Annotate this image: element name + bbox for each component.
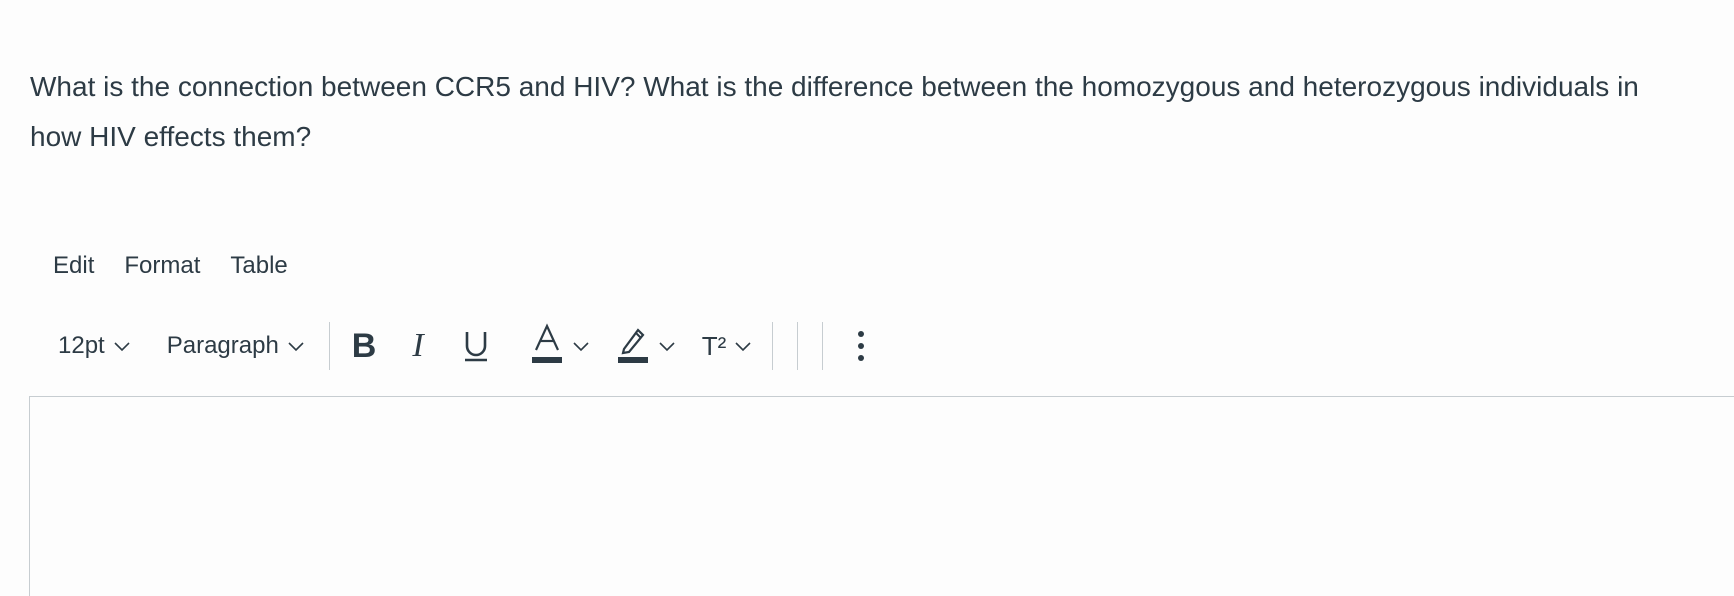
chevron-down-icon [570, 335, 592, 357]
font-size-select[interactable]: 12pt [46, 332, 145, 360]
menu-format[interactable]: Format [109, 250, 215, 282]
highlight-color-icon [616, 322, 650, 371]
text-color-button[interactable] [522, 322, 600, 371]
toolbar-divider [822, 322, 824, 370]
page: What is the connection between CCR5 and … [0, 0, 1734, 596]
more-options-button[interactable] [843, 322, 879, 370]
rich-text-editor-area[interactable] [29, 396, 1734, 596]
block-format-select[interactable]: Paragraph [155, 332, 319, 360]
chevron-down-icon [656, 335, 678, 357]
chevron-down-icon [111, 335, 133, 357]
block-format-value: Paragraph [166, 332, 279, 359]
font-size-value: 12pt [58, 332, 105, 359]
more-vertical-icon [855, 329, 867, 363]
question-text: What is the connection between CCR5 and … [30, 71, 1639, 152]
menu-edit[interactable]: Edit [38, 250, 109, 282]
bold-button[interactable]: B [340, 322, 389, 370]
chevron-down-icon [732, 335, 754, 357]
chevron-down-icon [285, 335, 307, 357]
toolbar-divider [328, 322, 330, 370]
highlight-color-button[interactable] [608, 322, 686, 371]
toolbar-divider [797, 322, 799, 370]
superscript-icon: T² [701, 330, 727, 361]
underline-icon [460, 326, 492, 366]
italic-button[interactable]: I [400, 322, 435, 370]
editor-toolbar: 12pt Paragraph B I T² [46, 318, 879, 374]
toolbar-divider [772, 322, 774, 370]
text-color-icon [530, 322, 564, 371]
underline-button[interactable] [448, 322, 504, 370]
menu-table[interactable]: Table [215, 250, 302, 282]
superscript-button[interactable]: T² [694, 331, 763, 362]
editor-menubar: Edit Format Table [38, 250, 303, 282]
